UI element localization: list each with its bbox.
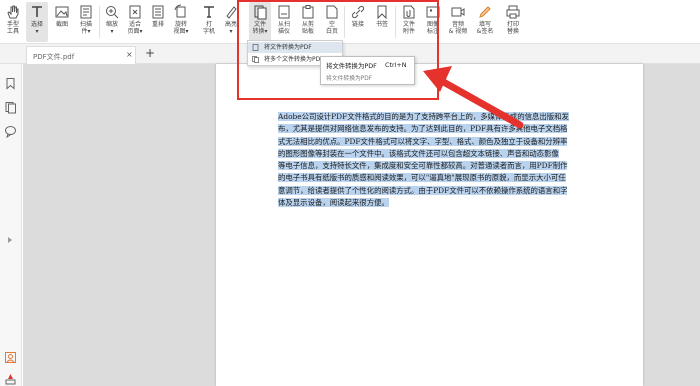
document-line: 意调节，给读者提供了个性化的阅读方式。由于PDF文件可以不依赖操作系统的语言和字 xyxy=(278,185,568,195)
main-toolbar: 手型 工具 选择 ▾ 截图 扫描 件▾ 缩放 ▾ 适合 页面▾ 重排 旋转 视图… xyxy=(0,0,700,44)
ocr-button[interactable]: 扫描 件▾ xyxy=(75,2,97,42)
media-icon xyxy=(450,4,466,20)
image-annotation-button[interactable]: 图像 标注 xyxy=(422,2,444,42)
printer-icon xyxy=(505,4,521,20)
fit-page-icon xyxy=(127,4,143,20)
toolbar-separator xyxy=(99,6,100,38)
file-convert-button[interactable]: 文件 转换▾ xyxy=(249,2,271,42)
document-line: 体及显示设备，阅读起来很方便。 xyxy=(278,198,389,208)
tooltip-description: 将文件转换为PDF xyxy=(326,76,373,82)
document-line: 等电子信息，支持特长文件，集成度和安全可靠性都较高。对普通读者而言，用PDF制作 xyxy=(278,161,568,171)
document-line: 布，尤其是提供对网络信息发布的支持。为了达到此目的，PDF具有许多其他电子文档格 xyxy=(278,124,568,134)
blank-page-button[interactable]: 空 白页 xyxy=(321,2,343,42)
document-line: 的图形图像等封装在一个文件中。该格式文件还可以包含超文本链接、声音和动态影像 xyxy=(278,148,559,158)
image-icon xyxy=(54,4,70,20)
fill-sign-button[interactable]: 填写 &签名 xyxy=(472,2,498,42)
document-line: 的电子书具有纸版书的质感和阅读效果，可以"逼真地"展现原书的原貌，而显示大小可任 xyxy=(278,173,566,183)
from-scanner-button[interactable]: 从扫 描仪 xyxy=(273,2,295,42)
toolbar-separator xyxy=(395,6,396,38)
highlight-button[interactable]: 高亮 ▾ xyxy=(222,2,240,42)
typewriter-icon xyxy=(201,4,217,20)
zoom-button[interactable]: 缩放 ▾ xyxy=(101,2,123,42)
reflow-button[interactable]: 重排 xyxy=(147,2,169,42)
scan-doc-icon xyxy=(78,4,94,20)
comments-panel-icon[interactable] xyxy=(4,123,17,139)
reflow-icon xyxy=(150,4,166,20)
bookmark-icon xyxy=(374,4,390,20)
typewriter-button[interactable]: 打 字机 xyxy=(198,2,220,42)
text-select-icon xyxy=(29,4,45,20)
stamp-panel-icon[interactable] xyxy=(4,371,17,385)
print-button[interactable]: 打印 替换 xyxy=(501,2,525,42)
files-icon xyxy=(252,56,259,63)
tab-close-icon[interactable]: × xyxy=(126,50,133,59)
file-attachment-button[interactable]: 文件 附件 xyxy=(398,2,420,42)
screenshot-button[interactable]: 截图 xyxy=(51,2,73,42)
bookmark-button[interactable]: 书签 xyxy=(371,2,393,42)
tab-pdf-file[interactable]: PDF文件.pdf xyxy=(26,46,136,64)
menu-tooltip: 将文件转换为PDF Ctrl+N 将文件转换为PDF xyxy=(320,56,415,85)
clipboard-icon xyxy=(300,4,316,20)
rotate-icon xyxy=(173,4,189,20)
zoom-in-icon xyxy=(104,4,120,20)
tooltip-shortcut: Ctrl+N xyxy=(385,61,407,69)
left-sidebar xyxy=(0,64,22,386)
menu-item-convert-file[interactable]: 将文件转换为PDF xyxy=(248,42,342,53)
highlighter-icon xyxy=(223,4,239,20)
hand-icon xyxy=(5,4,21,20)
pdf-convert-icon xyxy=(252,4,268,20)
link-button[interactable]: 链接 xyxy=(347,2,369,42)
image-annotation-icon xyxy=(425,4,441,20)
new-tab-icon[interactable]: + xyxy=(145,46,155,60)
audio-video-button[interactable]: 音频 & 视频 xyxy=(446,2,470,42)
toolbar-separator xyxy=(344,6,345,38)
signature-panel-icon[interactable] xyxy=(4,349,17,363)
hand-tool-button[interactable]: 手型 工具 xyxy=(2,2,24,42)
rotate-view-button[interactable]: 旋转 视图▾ xyxy=(170,2,192,42)
fit-page-button[interactable]: 适合 页面▾ xyxy=(124,2,146,42)
document-line: Adobe公司设计PDF文件格式的目的是为了支持跨平台上的，多媒体集成的信息出版… xyxy=(278,112,569,121)
select-button[interactable]: 选择 ▾ xyxy=(26,2,48,42)
scanner-icon xyxy=(276,4,292,20)
blank-page-icon xyxy=(324,4,340,20)
expand-arrow-icon[interactable] xyxy=(6,229,14,243)
pen-sign-icon xyxy=(477,4,493,20)
from-clipboard-button[interactable]: 从剪 贴板 xyxy=(297,2,319,42)
attachment-icon xyxy=(401,4,417,20)
tooltip-title: 将文件转换为PDF xyxy=(326,62,377,70)
link-icon xyxy=(350,4,366,20)
pages-panel-icon[interactable] xyxy=(4,99,17,114)
file-icon xyxy=(252,44,259,51)
bookmark-panel-icon[interactable] xyxy=(4,75,17,90)
document-line: 式无法相比的优点。PDF文件格式可以将文字、字型、格式、颜色及独立于设备和分辨率 xyxy=(278,136,568,146)
document-body[interactable]: Adobe公司设计PDF文件格式的目的是为了支持跨平台上的，多媒体集成的信息出版… xyxy=(278,111,599,209)
